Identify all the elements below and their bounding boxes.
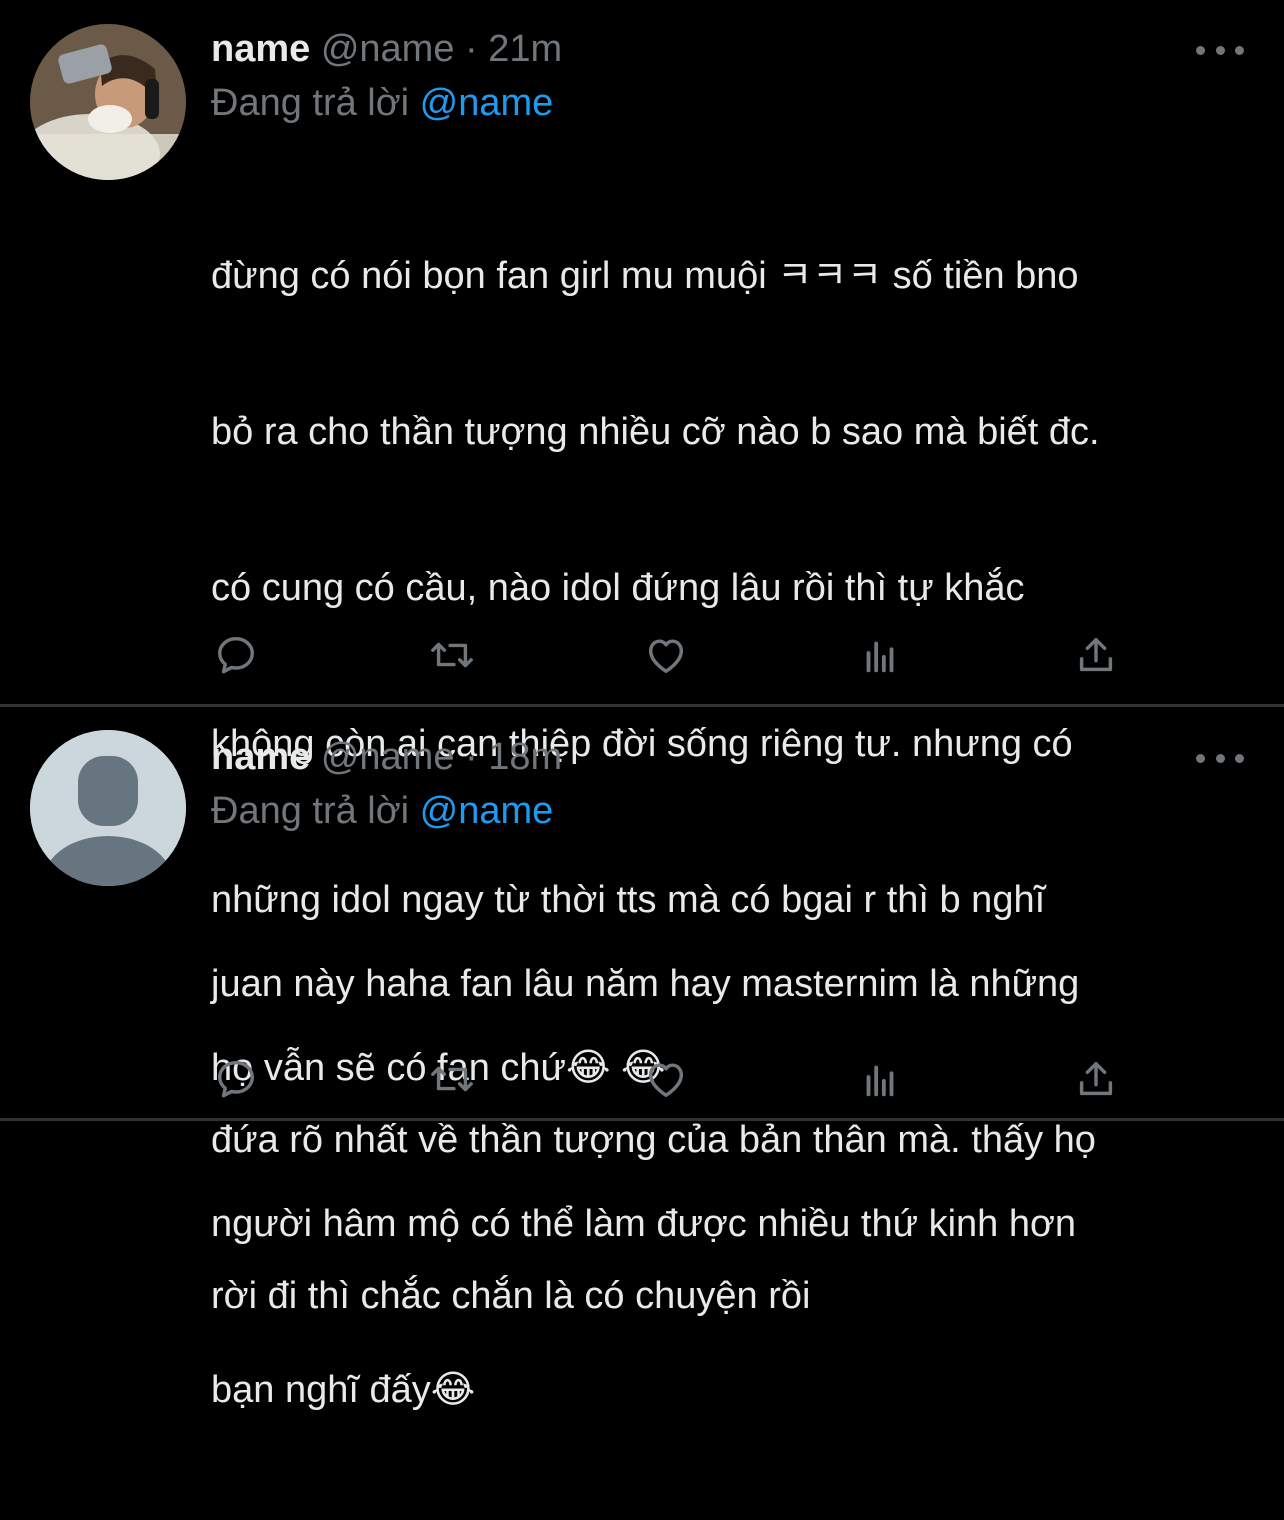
tweet-text-line: đứa rõ nhất về thần tượng của bản thân m… — [211, 1119, 1096, 1161]
replying-to-label: Đang trả lời — [211, 790, 410, 832]
timestamp[interactable]: 21m — [488, 28, 562, 70]
replying-to: Đang trả lời @name — [211, 788, 553, 834]
views-button[interactable] — [855, 630, 905, 680]
reply-button[interactable] — [211, 630, 261, 680]
user-handle[interactable]: @name — [321, 736, 455, 778]
separator-dot: · — [465, 28, 478, 70]
avatar[interactable] — [30, 24, 186, 180]
views-button[interactable] — [855, 1054, 905, 1104]
tweet-text-line: juan này haha fan lâu năm hay masternim … — [211, 963, 1080, 1005]
share-button[interactable] — [1071, 630, 1121, 680]
tweet-header: name @name · 18m — [211, 734, 562, 780]
avatar[interactable] — [30, 730, 186, 886]
replying-to-label: Đang trả lời — [211, 82, 410, 124]
more-options-icon[interactable] — [1196, 36, 1244, 64]
tweet-actions — [211, 1054, 1121, 1104]
replying-to-handle[interactable]: @name — [420, 82, 554, 124]
replying-to-handle[interactable]: @name — [420, 790, 554, 832]
like-icon — [648, 639, 684, 674]
reply-button[interactable] — [211, 1054, 261, 1104]
views-icon — [866, 1065, 894, 1097]
share-icon — [1079, 1061, 1113, 1096]
views-icon — [866, 641, 894, 673]
tweet[interactable]: name @name · 18m Đang trả lời @name juan… — [0, 708, 1284, 1317]
like-button[interactable] — [641, 1054, 691, 1104]
tweet-text-line: rời đi thì chắc chắn là có chuyện rồi — [211, 1275, 811, 1317]
display-name[interactable]: name — [211, 28, 310, 70]
reply-icon — [217, 1060, 255, 1098]
retweet-button[interactable] — [427, 630, 477, 680]
tweet-text: juan này haha fan lâu năm hay masternim … — [211, 854, 1271, 1426]
tweet-text-line: đừng có nói bọn fan girl mu muội ㅋㅋㅋ số … — [211, 255, 1079, 297]
divider — [0, 1118, 1284, 1121]
share-button[interactable] — [1071, 1054, 1121, 1104]
more-options-icon[interactable] — [1196, 744, 1244, 772]
avatar-photo-image — [30, 24, 186, 180]
retweet-button[interactable] — [427, 1054, 477, 1104]
like-icon — [648, 1063, 684, 1098]
replying-to: Đang trả lời @name — [211, 80, 553, 126]
retweet-icon — [431, 642, 473, 668]
timestamp[interactable]: 18m — [488, 736, 562, 778]
retweet-icon — [431, 1066, 473, 1092]
separator-dot: · — [465, 736, 478, 778]
like-button[interactable] — [641, 630, 691, 680]
user-handle[interactable]: @name — [321, 28, 455, 70]
tweet-text-line: bỏ ra cho thần tượng nhiều cỡ nào b sao … — [211, 411, 1100, 453]
tweet[interactable]: name @name · 21m Đang trả lời @name đừng… — [0, 0, 1284, 1411]
reply-icon — [217, 636, 255, 674]
tweet-header: name @name · 21m — [211, 26, 562, 72]
default-avatar-icon — [30, 730, 186, 886]
tweet-text-line: có cung có cầu, nào idol đứng lâu rồi th… — [211, 567, 1025, 609]
tweet-actions — [211, 630, 1121, 680]
display-name[interactable]: name — [211, 736, 310, 778]
share-icon — [1079, 637, 1113, 672]
divider — [0, 704, 1284, 707]
